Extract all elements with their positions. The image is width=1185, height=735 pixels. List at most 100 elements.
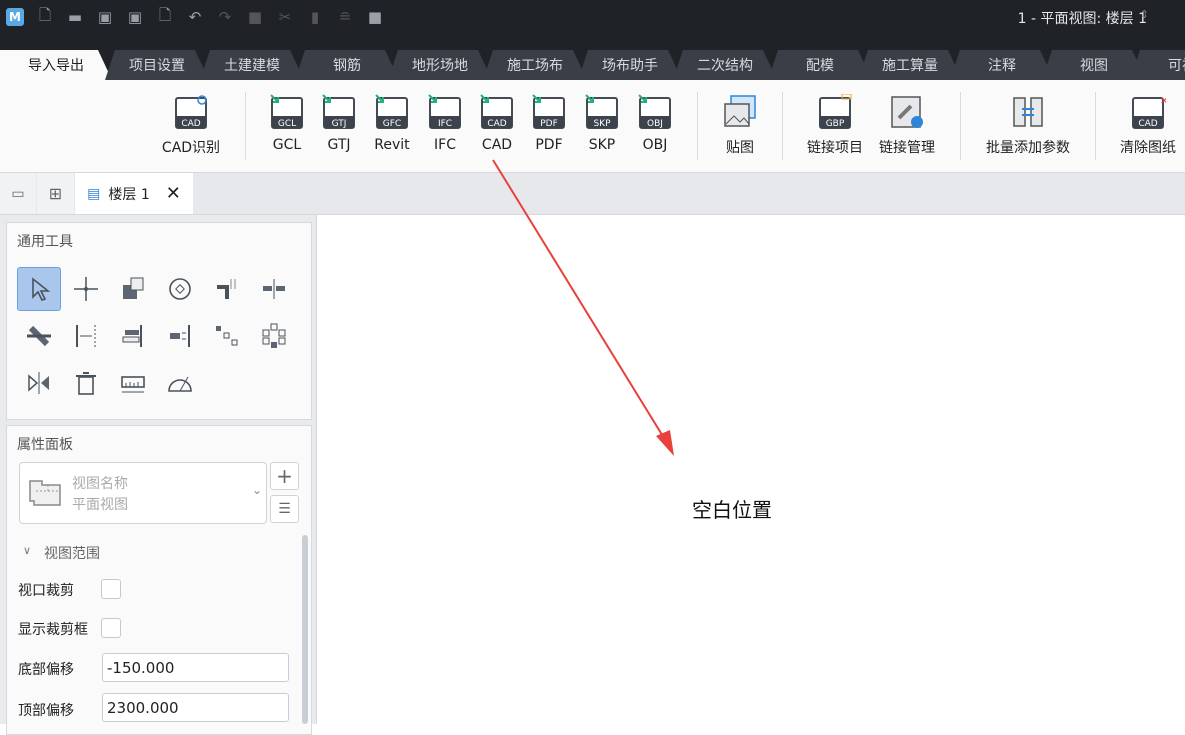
tab-label: 楼层 1	[108, 186, 150, 203]
top-offset-input[interactable]	[102, 693, 289, 722]
split-icon	[263, 279, 285, 299]
SKP-icon: SKP	[585, 94, 618, 129]
svg-text:✕: ✕	[1160, 96, 1166, 107]
ribbon-button[interactable]: OBJ OBJ	[620, 94, 690, 153]
ribbon-button-label: 链接项目	[807, 140, 863, 156]
measure-tool-button[interactable]	[111, 361, 155, 405]
GTJ-icon: GTJ	[322, 94, 355, 129]
ribbon-button[interactable]: 链接管理	[872, 94, 942, 157]
ribbon-button[interactable]: CAD ✕ 清除图纸	[1113, 94, 1183, 157]
measure-icon	[121, 376, 145, 393]
show-crop-box-label: 显示裁剪框	[18, 622, 88, 638]
show-crop-box-checkbox[interactable]	[101, 618, 121, 638]
section-view-range[interactable]: 视图范围	[44, 543, 100, 563]
svg-text:PDF: PDF	[540, 119, 558, 129]
ribbon-tab[interactable]: 视图	[1042, 50, 1146, 80]
ribbon-tab[interactable]: 地形场地	[388, 50, 492, 80]
add-view-button[interactable]: +	[270, 462, 299, 490]
ribbon-button[interactable]: 贴图	[705, 94, 775, 157]
ribbon-tab[interactable]: 配模	[768, 50, 872, 80]
svg-text:GCL: GCL	[278, 119, 296, 129]
ribbon-tab[interactable]: 注释	[950, 50, 1054, 80]
链接管理-icon	[891, 96, 923, 128]
view-settings-button[interactable]: ☰	[270, 495, 299, 523]
top-offset-label: 顶部偏移	[18, 703, 74, 719]
restore-window-icon[interactable]: ▭	[0, 173, 36, 214]
viewport-crop-label: 视口裁剪	[18, 583, 74, 599]
save-icon[interactable]: ▣	[96, 8, 114, 26]
tab-floor-1[interactable]: ▤ 楼层 1 ✕	[75, 173, 193, 214]
select-tool-button[interactable]	[17, 267, 61, 311]
ribbon-tab[interactable]: 可视	[1130, 50, 1185, 80]
panel-title: 通用工具	[17, 234, 73, 250]
undo-icon[interactable]: ↶	[186, 8, 204, 26]
ribbon-tab[interactable]: 二次结构	[673, 50, 777, 80]
viewport-crop-checkbox[interactable]	[101, 579, 121, 599]
ribbon-tab[interactable]: 施工算量	[858, 50, 962, 80]
ribbon-button-label: IFC	[434, 137, 456, 153]
drawing-canvas[interactable]	[318, 215, 1185, 724]
bottom-offset-input[interactable]	[102, 653, 289, 682]
Revit-icon: GFC	[375, 94, 408, 129]
divider	[245, 92, 246, 160]
tools-panel: 通用工具	[6, 222, 312, 420]
trim-extend-tool-button[interactable]	[205, 267, 249, 311]
ribbon-button-label: 贴图	[726, 140, 754, 156]
stamp-icon[interactable]: ≘	[336, 8, 354, 26]
angle-measure-tool-button[interactable]	[158, 361, 202, 405]
save-as-icon[interactable]: ▣	[126, 8, 144, 26]
align-distance-tool-button[interactable]	[64, 314, 108, 358]
ribbon-tab[interactable]: 导入导出	[0, 50, 112, 80]
ribbon: CAD CAD识别 GCL GCL GTJ GTJ GFC Revit IFC IFC CAD CAD…	[0, 80, 1185, 173]
CAD识别-icon: CAD	[175, 95, 207, 129]
ribbon-button-label: OBJ	[642, 137, 668, 153]
app-logo-icon: M	[6, 8, 24, 26]
circular-array-tool-button[interactable]	[252, 314, 296, 358]
rotate-tool-button[interactable]	[158, 267, 202, 311]
ribbon-tab[interactable]: 施工场布	[483, 50, 587, 80]
close-icon[interactable]: ✕	[166, 183, 181, 204]
ribbon-button[interactable]: CAD CAD识别	[156, 94, 226, 157]
paste-icon[interactable]: ▮	[306, 8, 324, 26]
annotation-text: 空白位置	[692, 498, 772, 522]
select-box-icon[interactable]: ■	[246, 8, 264, 26]
批量添加参数-icon	[1013, 97, 1043, 127]
array-tool-button[interactable]	[205, 314, 249, 358]
document-tabs: ▭ ⊞ ▤ 楼层 1 ✕	[0, 173, 1185, 215]
view-selector[interactable]: 视图名称 平面视图 ⌄	[19, 462, 267, 524]
open-folder-icon[interactable]: ▬	[66, 8, 84, 26]
align-tool-button[interactable]	[111, 314, 155, 358]
ribbon-tab[interactable]: 项目设置	[105, 50, 209, 80]
chevron-down-icon[interactable]: ∨	[23, 544, 31, 557]
cube-icon[interactable]: ■	[366, 8, 384, 26]
array-icon	[216, 326, 238, 346]
split-tool-button[interactable]	[252, 267, 296, 311]
ribbon-tab[interactable]: 土建建模	[200, 50, 304, 80]
ribbon-button[interactable]: GBP 链接项目	[800, 94, 870, 157]
window-title: 1 - 平面视图: 楼层 1	[1017, 11, 1147, 27]
delete-tool-button[interactable]	[64, 361, 108, 405]
svg-text:SKP: SKP	[593, 119, 611, 129]
ribbon-button[interactable]: 批量添加参数	[986, 94, 1070, 157]
mirror-tool-button[interactable]	[17, 361, 61, 405]
cut-icon[interactable]: ✂	[276, 8, 294, 26]
offset-tool-button[interactable]	[17, 314, 61, 358]
new-file-icon[interactable]: 🗋	[36, 6, 54, 26]
divider	[1095, 92, 1096, 160]
move-tool-button[interactable]	[64, 267, 108, 311]
scrollbar[interactable]	[302, 535, 308, 724]
align-end-tool-button[interactable]	[158, 314, 202, 358]
title-bar: M 🗋 ▬ ▣ ▣ 🗋 ↶ ↷ ■ ✂ ▮ ≘ ■ 1 - 平面视图: 楼层 1…	[0, 0, 1185, 50]
floor-plan-icon: ▤	[87, 185, 101, 202]
close-file-icon[interactable]: 🗋	[156, 6, 174, 26]
divider	[697, 92, 698, 160]
view-switch-icon[interactable]: ⇕	[1140, 8, 1149, 21]
redo-icon[interactable]: ↷	[216, 8, 234, 26]
清除图纸-icon: CAD ✕	[1132, 96, 1166, 129]
ribbon-tab[interactable]: 钢筋	[295, 50, 399, 80]
ribbon-tab[interactable]: 场布助手	[578, 50, 682, 80]
ribbon-button-label: SKP	[588, 137, 616, 153]
ribbon-tabs: 导入导出 项目设置 土建建模 钢筋 地形场地 施工场布 场布助手 二次结构 配模 施工算量 注释 视图…	[0, 50, 1185, 80]
grid-view-icon[interactable]: ⊞	[37, 173, 74, 214]
copy-tool-button[interactable]	[111, 267, 155, 311]
